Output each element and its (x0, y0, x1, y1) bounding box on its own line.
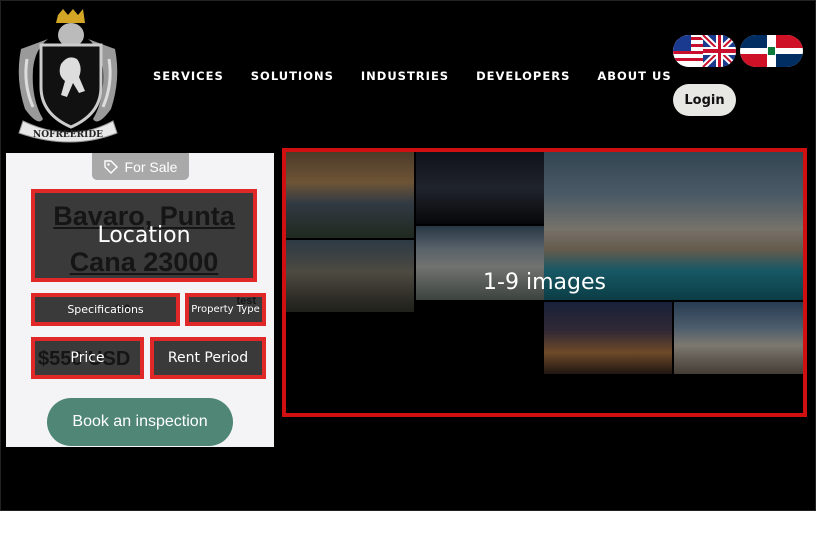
specifications-field: 1 0 Specifications (31, 293, 180, 326)
language-switcher (673, 35, 803, 67)
brand-logo[interactable]: NOFREERIDE (13, 9, 123, 144)
nav-industries[interactable]: INDUSTRIES (361, 69, 449, 83)
property-type-field: test Property Type (185, 293, 266, 326)
svg-text:NOFREERIDE: NOFREERIDE (33, 130, 103, 140)
dominican-republic-flag-icon[interactable] (740, 35, 803, 67)
location-field: Bavaro, Punta Cana 23000 Location (31, 189, 257, 282)
rent-period-field: Rent Period (150, 337, 266, 379)
login-button[interactable]: Login (673, 84, 736, 116)
page: NOFREERIDE SERVICES SOLUTIONS INDUSTRIES… (0, 0, 816, 511)
tag-icon (103, 159, 118, 174)
location-overlay-label: Location (97, 223, 191, 248)
gallery-count-label: 1-9 images (483, 270, 606, 295)
nav-developers[interactable]: DEVELOPERS (476, 69, 570, 83)
rent-period-overlay-label: Rent Period (167, 350, 249, 366)
book-inspection-button[interactable]: Book an inspection (47, 398, 233, 446)
for-sale-badge: For Sale (92, 153, 189, 180)
us-uk-flag-icon[interactable] (673, 35, 736, 67)
price-overlay-label: Price (70, 350, 105, 366)
for-sale-label: For Sale (124, 158, 178, 175)
property-card: For Sale Bavaro, Punta Cana 23000 Locati… (6, 153, 274, 447)
price-field: $550 USD Price (31, 337, 144, 379)
main-nav: SERVICES SOLUTIONS INDUSTRIES DEVELOPERS… (153, 69, 699, 83)
property-type-overlay-label: Property Type (191, 304, 260, 315)
nav-solutions[interactable]: SOLUTIONS (251, 69, 334, 83)
image-gallery[interactable]: 1-9 images (282, 148, 807, 417)
nav-about-us[interactable]: ABOUT US (597, 69, 671, 83)
nav-services[interactable]: SERVICES (153, 69, 224, 83)
specifications-overlay-label: Specifications (67, 303, 144, 316)
